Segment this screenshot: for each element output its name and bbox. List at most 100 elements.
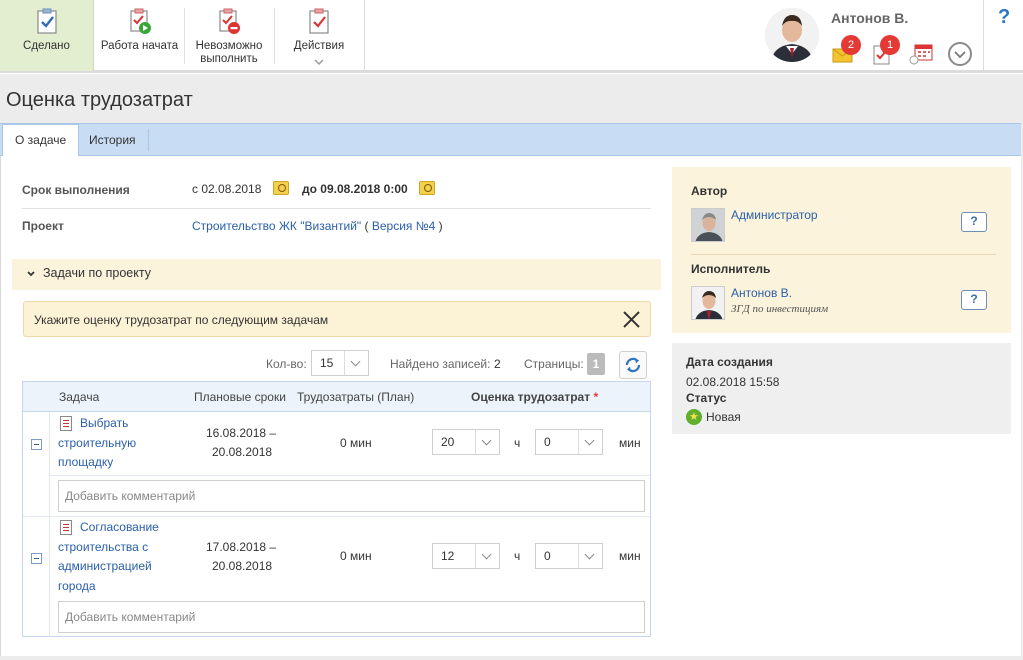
- impossible-label: Невозможно выполнить: [184, 40, 274, 66]
- page-number-button[interactable]: 1: [587, 353, 605, 375]
- task-link-1[interactable]: Выбрать: [80, 414, 128, 434]
- task-line: города: [58, 578, 96, 593]
- tab-history[interactable]: История: [77, 129, 149, 151]
- effort-plan: 0 мин: [340, 549, 372, 563]
- col-task: Задача: [59, 390, 100, 404]
- hours-value: 12: [441, 549, 455, 563]
- created-label: Дата создания: [686, 355, 773, 369]
- help-area: ?: [983, 0, 1023, 71]
- hours-unit: ч: [514, 549, 521, 563]
- project-value: Строительство ЖК "Византий" ( Версия №4 …: [192, 219, 443, 233]
- count-select[interactable]: 15: [311, 350, 369, 376]
- done-button[interactable]: Сделано: [0, 0, 94, 71]
- stop-clipboard-icon: [219, 8, 240, 34]
- task-line: строительную: [58, 435, 137, 450]
- task-clipboard-icon: [309, 8, 329, 34]
- minutes-value: 0: [544, 435, 551, 449]
- divider: [22, 208, 651, 209]
- project-version-link[interactable]: Версия №4: [372, 219, 435, 233]
- help-icon[interactable]: ?: [998, 6, 1010, 29]
- user-avatar[interactable]: [765, 8, 819, 62]
- chevron-down-icon: [954, 51, 966, 59]
- status-label: Статус: [686, 391, 727, 405]
- effort-plan: 0 мин: [340, 436, 372, 450]
- hours-select[interactable]: 12: [432, 543, 500, 569]
- project-label: Проект: [22, 219, 64, 233]
- impossible-label-line2: выполнить: [200, 53, 258, 65]
- minutes-select[interactable]: 0: [535, 543, 603, 569]
- row-divider: [23, 516, 650, 517]
- divider: [691, 254, 996, 255]
- planned-from: 17.08.2018 –: [206, 540, 277, 554]
- work-started-button[interactable]: Работа начата: [95, 0, 184, 71]
- task-link-2[interactable]: администрацией: [58, 557, 152, 577]
- comment-input[interactable]: Добавить комментарий: [58, 480, 645, 512]
- created-value: 02.08.2018 15:58: [686, 375, 780, 389]
- refresh-button[interactable]: [619, 351, 647, 379]
- assignee-role: ЗГД по инвестициям: [731, 303, 829, 315]
- deadline-label: Срок выполнения: [22, 183, 130, 197]
- chevron-down-icon: [27, 271, 35, 277]
- chat-question-icon[interactable]: ?: [961, 290, 987, 310]
- project-link[interactable]: Строительство ЖК "Византий": [192, 219, 361, 233]
- found-value: 2: [494, 357, 501, 371]
- author-avatar[interactable]: [691, 208, 725, 242]
- chevron-down-icon: [344, 351, 368, 375]
- assignee-link[interactable]: Антонов В.: [731, 286, 792, 300]
- toolbar-divider: [364, 0, 365, 71]
- col-planned: Плановые сроки: [194, 390, 286, 404]
- author-link[interactable]: Администратор: [731, 208, 818, 222]
- impossible-button[interactable]: Невозможно выполнить: [184, 0, 274, 71]
- close-icon[interactable]: [623, 311, 640, 328]
- count-label: Кол-во:: [266, 357, 307, 371]
- table-header: Задача Плановые сроки Трудозатраты (План…: [23, 382, 650, 412]
- task-line: администрацией: [58, 559, 152, 573]
- user-menu-button[interactable]: [948, 42, 972, 66]
- hours-select[interactable]: 20: [432, 429, 500, 455]
- meta-panel: Дата создания 02.08.2018 15:58 Статус Но…: [672, 343, 1011, 434]
- chevron-down-icon: [578, 544, 602, 568]
- people-panel: Автор Администратор ? Исполнитель Антоно…: [672, 167, 1011, 333]
- task-type-icon: [60, 416, 72, 431]
- collapse-row-icon[interactable]: [31, 553, 42, 564]
- tasks-badge: 1: [880, 35, 900, 55]
- page-title: Оценка трудозатрат: [6, 89, 193, 111]
- planned-to: 20.08.2018: [212, 559, 273, 573]
- pages-label: Страницы:: [524, 357, 584, 371]
- assignee-avatar[interactable]: [691, 286, 725, 320]
- collapse-row-icon[interactable]: [31, 439, 42, 450]
- task-link-2[interactable]: Согласование: [80, 518, 159, 538]
- clock-icon[interactable]: [419, 181, 435, 195]
- planned-from: 16.08.2018 –: [206, 426, 277, 440]
- task-line: площадку: [58, 455, 114, 469]
- task-link-2[interactable]: города: [58, 577, 96, 597]
- project-tasks-section-header[interactable]: Задачи по проекту: [12, 259, 661, 290]
- task-line: строительства с: [58, 539, 149, 554]
- chevron-down-icon: [578, 430, 602, 454]
- tab-about-task[interactable]: О задаче: [2, 124, 80, 157]
- chevron-down-icon: [475, 430, 499, 454]
- minutes-select[interactable]: 0: [535, 429, 603, 455]
- task-link-1[interactable]: площадку: [58, 453, 113, 473]
- task-type-icon: [60, 520, 72, 535]
- task-link-1[interactable]: строительную: [58, 434, 136, 454]
- task-link-2[interactable]: строительства с: [58, 538, 148, 558]
- status-value: Новая: [706, 410, 741, 424]
- calendar-icon[interactable]: [909, 43, 933, 65]
- chat-question-icon[interactable]: ?: [961, 212, 987, 232]
- actions-button[interactable]: Действия: [274, 0, 364, 71]
- refresh-icon: [625, 357, 641, 373]
- author-label: Автор: [691, 184, 728, 198]
- project-paren-open: (: [364, 219, 369, 233]
- deadline-to: до 09.08.2018 0:00: [302, 182, 408, 196]
- check-clipboard-icon: [36, 8, 57, 34]
- minutes-unit: мин: [619, 549, 641, 563]
- mail-badge: 2: [841, 35, 861, 55]
- clock-icon[interactable]: [273, 181, 289, 195]
- work-started-label: Работа начата: [100, 40, 179, 52]
- status-star-icon: [686, 409, 702, 425]
- actions-label: Действия: [293, 40, 345, 52]
- minutes-value: 0: [544, 549, 551, 563]
- comment-input[interactable]: Добавить комментарий: [58, 601, 645, 633]
- warning-text: Укажите оценку трудозатрат по следующим …: [34, 313, 329, 327]
